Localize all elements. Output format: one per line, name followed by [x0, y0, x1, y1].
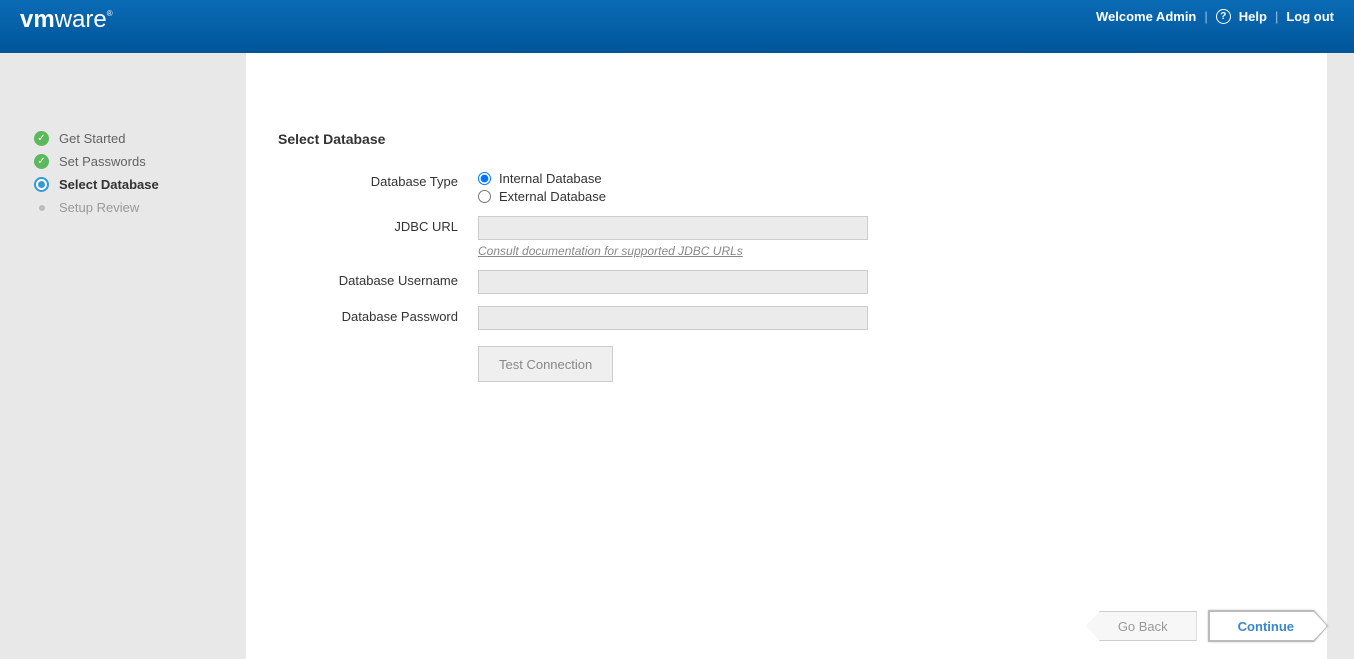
header-right: Welcome Admin | ? Help | Log out: [1096, 6, 1334, 24]
row-test-connection: Test Connection: [278, 342, 1287, 382]
radio-external-input[interactable]: [478, 190, 491, 203]
label-db-password: Database Password: [278, 306, 478, 330]
pending-step-icon: [39, 205, 45, 211]
label-empty: [278, 342, 478, 382]
logo-reg: ®: [107, 9, 113, 18]
row-db-password: Database Password: [278, 306, 1287, 330]
radio-internal-input[interactable]: [478, 172, 491, 185]
label-db-username: Database Username: [278, 270, 478, 294]
radio-external-database[interactable]: External Database: [478, 189, 868, 204]
sidebar-step-select-database[interactable]: Select Database: [34, 177, 226, 192]
db-password-input[interactable]: [478, 306, 868, 330]
field-test-connection: Test Connection: [478, 342, 868, 382]
row-db-username: Database Username: [278, 270, 1287, 294]
container: ✓ Get Started ✓ Set Passwords Select Dat…: [0, 53, 1354, 659]
logo-ware: ware: [55, 6, 107, 33]
radio-external-label: External Database: [499, 189, 606, 204]
step-label: Setup Review: [59, 200, 139, 215]
jdbc-url-input[interactable]: [478, 216, 868, 240]
test-connection-button[interactable]: Test Connection: [478, 346, 613, 382]
sidebar-step-get-started[interactable]: ✓ Get Started: [34, 131, 226, 146]
label-database-type: Database Type: [278, 171, 478, 204]
radio-internal-database[interactable]: Internal Database: [478, 171, 868, 186]
field-jdbc-url: Consult documentation for supported JDBC…: [478, 216, 868, 258]
continue-wrapper: Continue: [1209, 611, 1327, 641]
database-type-radios: Internal Database External Database: [478, 171, 868, 204]
wizard-footer: Go Back Continue: [1086, 611, 1327, 641]
db-username-input[interactable]: [478, 270, 868, 294]
continue-button[interactable]: Continue: [1209, 611, 1327, 641]
current-step-icon: [34, 177, 49, 192]
row-database-type: Database Type Internal Database External…: [278, 171, 1287, 204]
separator: |: [1275, 9, 1278, 24]
radio-internal-label: Internal Database: [499, 171, 602, 186]
main-content: Select Database Database Type Internal D…: [246, 53, 1327, 659]
logo-vm: vm: [20, 6, 55, 33]
page-title: Select Database: [278, 131, 1287, 147]
check-icon: ✓: [34, 154, 49, 169]
step-label: Select Database: [59, 177, 159, 192]
field-db-username: [478, 270, 868, 294]
label-jdbc-url: JDBC URL: [278, 216, 478, 258]
welcome-text: Welcome Admin: [1096, 9, 1196, 24]
field-db-password: [478, 306, 868, 330]
help-link[interactable]: Help: [1239, 9, 1267, 24]
logout-link[interactable]: Log out: [1286, 9, 1334, 24]
help-icon[interactable]: ?: [1216, 9, 1231, 24]
go-back-wrapper: Go Back: [1086, 611, 1197, 641]
jdbc-docs-link[interactable]: Consult documentation for supported JDBC…: [478, 244, 743, 258]
app-header: vmware® Welcome Admin | ? Help | Log out: [0, 0, 1354, 53]
go-back-button[interactable]: Go Back: [1086, 611, 1197, 641]
separator: |: [1204, 9, 1207, 24]
row-jdbc-url: JDBC URL Consult documentation for suppo…: [278, 216, 1287, 258]
step-label: Set Passwords: [59, 154, 146, 169]
wizard-sidebar: ✓ Get Started ✓ Set Passwords Select Dat…: [0, 53, 246, 659]
vmware-logo: vmware®: [20, 6, 113, 34]
step-label: Get Started: [59, 131, 125, 146]
sidebar-step-set-passwords[interactable]: ✓ Set Passwords: [34, 154, 226, 169]
sidebar-step-setup-review[interactable]: Setup Review: [34, 200, 226, 215]
check-icon: ✓: [34, 131, 49, 146]
